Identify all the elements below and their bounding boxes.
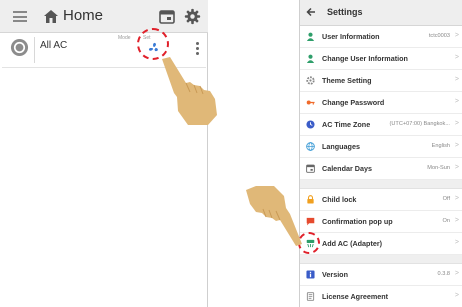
- clock-icon: [306, 120, 315, 129]
- section-divider: [300, 255, 462, 264]
- row-label: AC Time Zone: [322, 120, 371, 129]
- home-icon: [44, 10, 58, 23]
- row-value: Off: [442, 196, 450, 202]
- back-arrow-icon[interactable]: [306, 6, 316, 18]
- home-title: Home: [63, 7, 104, 24]
- globe-icon: [306, 142, 315, 151]
- chevron-right-icon: >: [454, 239, 459, 246]
- row-label: License Agreement: [322, 292, 389, 301]
- chevron-right-icon: >: [454, 195, 459, 202]
- pointing-hand-icon: [162, 57, 217, 125]
- row-label: Calendar Days: [322, 164, 372, 173]
- settings-row-languages[interactable]: Languages English >: [300, 136, 462, 158]
- chevron-right-icon: >: [454, 76, 459, 83]
- chevron-right-icon: >: [454, 142, 459, 149]
- row-label: Add AC (Adapter): [322, 239, 383, 248]
- pointing-hand-icon: [246, 186, 302, 246]
- user-edit-icon: [306, 54, 315, 63]
- document-icon: [306, 292, 315, 301]
- settings-row-license-agreement[interactable]: License Agreement >: [300, 286, 462, 307]
- power-icon[interactable]: [10, 38, 29, 57]
- row-value: 0.3.8: [437, 271, 450, 277]
- row-label: Child lock: [322, 195, 357, 204]
- settings-row-change-user-information[interactable]: Change User Information >: [300, 48, 462, 70]
- row-value: Mon-Sun: [427, 165, 450, 171]
- settings-row-theme-setting[interactable]: Theme Setting >: [300, 70, 462, 92]
- chevron-right-icon: >: [454, 217, 459, 224]
- settings-row-calendar-days[interactable]: Calendar Days Mon-Sun >: [300, 158, 462, 180]
- tutorial-stage: Home All AC Mode Set Settings User Infor…: [0, 0, 462, 307]
- settings-row-add-ac-adapter[interactable]: Add AC (Adapter) >: [300, 233, 462, 255]
- info-icon: [306, 270, 315, 279]
- settings-screen: Settings User Information tctc0003 > Cha…: [299, 0, 462, 307]
- settings-row-ac-time-zone[interactable]: AC Time Zone (UTC+07:00) Bangkok... >: [300, 114, 462, 136]
- chevron-right-icon: >: [454, 98, 459, 105]
- home-screen: Home All AC Mode Set: [0, 0, 217, 307]
- chevron-right-icon: >: [454, 54, 459, 61]
- chevron-right-icon: >: [454, 164, 459, 171]
- row-label: Theme Setting: [322, 76, 372, 85]
- row-value: English: [431, 143, 450, 149]
- settings-top-bar: Settings: [300, 0, 462, 26]
- message-icon: [306, 217, 315, 226]
- row-label: Version: [322, 270, 348, 279]
- gear-icon: [306, 76, 315, 85]
- settings-title: Settings: [327, 7, 363, 17]
- mode-label: Mode: [118, 35, 131, 41]
- row-value: On: [442, 218, 450, 224]
- row-label: Change Password: [322, 98, 385, 107]
- user-icon: [306, 32, 315, 41]
- section-divider: [300, 180, 462, 189]
- chevron-right-icon: >: [454, 120, 459, 127]
- chevron-right-icon: >: [454, 270, 459, 277]
- chevron-right-icon: >: [454, 32, 459, 39]
- more-options-icon[interactable]: [195, 42, 199, 56]
- settings-row-confirmation-pop-up[interactable]: Confirmation pop up On >: [300, 211, 462, 233]
- settings-row-child-lock[interactable]: Child lock Off >: [300, 189, 462, 211]
- row-divider: [34, 37, 35, 63]
- row-value: tctc0003: [428, 33, 450, 39]
- ac-name: All AC: [40, 40, 68, 51]
- row-value: (UTC+07:00) Bangkok...: [389, 121, 450, 127]
- settings-row-change-password[interactable]: Change Password >: [300, 92, 462, 114]
- row-label: Languages: [322, 142, 360, 151]
- row-label: User Information: [322, 32, 380, 41]
- settings-row-version[interactable]: Version 0.3.8 >: [300, 264, 462, 286]
- hamburger-menu-icon[interactable]: [13, 11, 27, 22]
- calendar-icon: [306, 164, 315, 173]
- home-top-bar: Home: [0, 0, 208, 33]
- gear-icon[interactable]: [184, 8, 201, 25]
- key-icon: [306, 100, 315, 105]
- lock-icon: [307, 195, 314, 204]
- chevron-right-icon: >: [454, 292, 459, 299]
- settings-row-user-information[interactable]: User Information tctc0003 >: [300, 26, 462, 48]
- calendar-icon[interactable]: [159, 9, 175, 24]
- row-label: Change User Information: [322, 54, 408, 63]
- row-label: Confirmation pop up: [322, 217, 393, 226]
